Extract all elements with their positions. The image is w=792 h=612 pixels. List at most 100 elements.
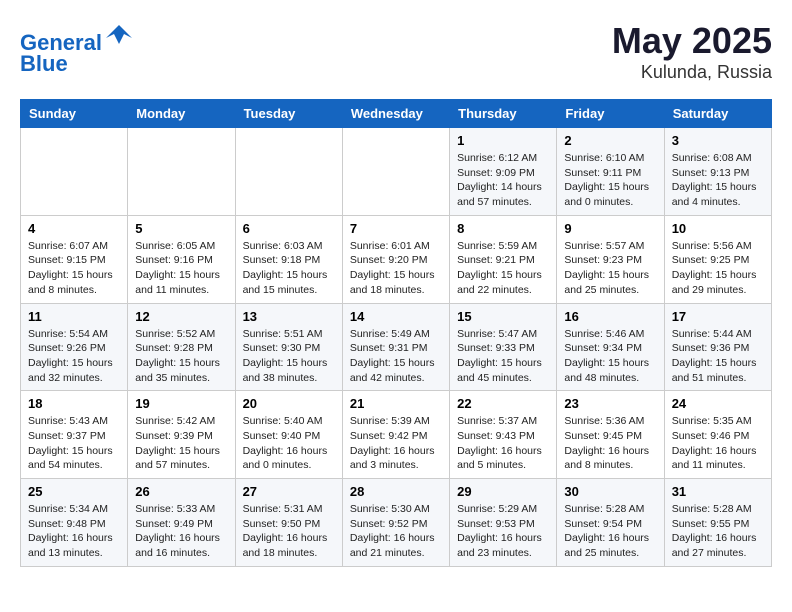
header-day-sunday: Sunday	[21, 100, 128, 128]
day-info: Sunrise: 6:07 AM Sunset: 9:15 PM Dayligh…	[28, 239, 120, 298]
page-subtitle: Kulunda, Russia	[612, 62, 772, 83]
calendar-cell	[235, 128, 342, 216]
calendar-cell: 15Sunrise: 5:47 AM Sunset: 9:33 PM Dayli…	[450, 303, 557, 391]
header-row: SundayMondayTuesdayWednesdayThursdayFrid…	[21, 100, 772, 128]
calendar-cell: 16 Sunrise: 5:46 AM Sunset: 9:34 PM Dayli…	[557, 303, 664, 391]
day-number: 8	[457, 221, 549, 236]
day-number: 20	[243, 396, 335, 411]
header-day-tuesday: Tuesday	[235, 100, 342, 128]
day-info: Sunrise: 5:49 AM Sunset: 9:31 PM Dayligh…	[350, 327, 442, 386]
day-number: 22	[457, 396, 549, 411]
day-info: Sunrise: 5:28 AM Sunset: 9:55 PM Dayligh…	[672, 502, 764, 561]
logo: General Blue	[20, 20, 134, 77]
calendar-cell: 23 Sunrise: 5:36 AM Sunset: 9:45 PM Dayli…	[557, 391, 664, 479]
week-row-5: 25 Sunrise: 5:34 AM Sunset: 9:48 PM Dayli…	[21, 479, 772, 567]
day-number: 27	[243, 484, 335, 499]
day-number: 17	[672, 309, 764, 324]
calendar-cell: 2 Sunrise: 6:10 AM Sunset: 9:11 PM Daylig…	[557, 128, 664, 216]
day-number: 11	[28, 309, 120, 324]
calendar-cell: 4 Sunrise: 6:07 AM Sunset: 9:15 PM Daylig…	[21, 215, 128, 303]
calendar-header: SundayMondayTuesdayWednesdayThursdayFrid…	[21, 100, 772, 128]
calendar-cell	[21, 128, 128, 216]
logo-text: General	[20, 20, 134, 55]
day-info: Sunrise: 5:34 AM Sunset: 9:48 PM Dayligh…	[28, 502, 120, 561]
calendar-cell	[128, 128, 235, 216]
day-info: Sunrise: 5:44 AM Sunset: 9:36 PM Dayligh…	[672, 327, 764, 386]
day-info: Sunrise: 5:29 AM Sunset: 9:53 PM Dayligh…	[457, 502, 549, 561]
calendar-cell: 6 Sunrise: 6:03 AM Sunset: 9:18 PM Daylig…	[235, 215, 342, 303]
calendar-cell: 9 Sunrise: 5:57 AM Sunset: 9:23 PM Daylig…	[557, 215, 664, 303]
calendar-cell: 18 Sunrise: 5:43 AM Sunset: 9:37 PM Dayli…	[21, 391, 128, 479]
day-info: Sunrise: 5:59 AM Sunset: 9:21 PM Dayligh…	[457, 239, 549, 298]
day-info: Sunrise: 5:31 AM Sunset: 9:50 PM Dayligh…	[243, 502, 335, 561]
day-info: Sunrise: 5:28 AM Sunset: 9:54 PM Dayligh…	[564, 502, 656, 561]
day-info: Sunrise: 6:10 AM Sunset: 9:11 PM Dayligh…	[564, 151, 656, 210]
calendar-cell: 28 Sunrise: 5:30 AM Sunset: 9:52 PM Dayli…	[342, 479, 449, 567]
calendar-cell: 17 Sunrise: 5:44 AM Sunset: 9:36 PM Dayli…	[664, 303, 771, 391]
header-day-monday: Monday	[128, 100, 235, 128]
title-block: May 2025 Kulunda, Russia	[612, 20, 772, 83]
calendar-cell: 19 Sunrise: 5:42 AM Sunset: 9:39 PM Dayli…	[128, 391, 235, 479]
day-info: Sunrise: 6:03 AM Sunset: 9:18 PM Dayligh…	[243, 239, 335, 298]
day-number: 15	[457, 309, 549, 324]
day-info: Sunrise: 5:30 AM Sunset: 9:52 PM Dayligh…	[350, 502, 442, 561]
day-number: 9	[564, 221, 656, 236]
calendar-cell: 1 Sunrise: 6:12 AM Sunset: 9:09 PM Daylig…	[450, 128, 557, 216]
calendar-cell: 7Sunrise: 6:01 AM Sunset: 9:20 PM Daylig…	[342, 215, 449, 303]
calendar-cell: 25 Sunrise: 5:34 AM Sunset: 9:48 PM Dayli…	[21, 479, 128, 567]
calendar-cell: 13 Sunrise: 5:51 AM Sunset: 9:30 PM Dayli…	[235, 303, 342, 391]
day-number: 13	[243, 309, 335, 324]
day-number: 19	[135, 396, 227, 411]
day-info: Sunrise: 5:52 AM Sunset: 9:28 PM Dayligh…	[135, 327, 227, 386]
week-row-1: 1 Sunrise: 6:12 AM Sunset: 9:09 PM Daylig…	[21, 128, 772, 216]
day-number: 24	[672, 396, 764, 411]
calendar-cell	[342, 128, 449, 216]
day-number: 10	[672, 221, 764, 236]
day-number: 1	[457, 133, 549, 148]
day-number: 26	[135, 484, 227, 499]
day-info: Sunrise: 5:35 AM Sunset: 9:46 PM Dayligh…	[672, 414, 764, 473]
header-day-friday: Friday	[557, 100, 664, 128]
day-info: Sunrise: 5:33 AM Sunset: 9:49 PM Dayligh…	[135, 502, 227, 561]
day-info: Sunrise: 5:42 AM Sunset: 9:39 PM Dayligh…	[135, 414, 227, 473]
day-number: 7	[350, 221, 442, 236]
day-number: 12	[135, 309, 227, 324]
day-number: 2	[564, 133, 656, 148]
day-info: Sunrise: 6:12 AM Sunset: 9:09 PM Dayligh…	[457, 151, 549, 210]
day-info: Sunrise: 5:36 AM Sunset: 9:45 PM Dayligh…	[564, 414, 656, 473]
calendar-cell: 29Sunrise: 5:29 AM Sunset: 9:53 PM Dayli…	[450, 479, 557, 567]
day-number: 5	[135, 221, 227, 236]
day-number: 6	[243, 221, 335, 236]
day-number: 28	[350, 484, 442, 499]
calendar-table: SundayMondayTuesdayWednesdayThursdayFrid…	[20, 99, 772, 567]
calendar-cell: 24 Sunrise: 5:35 AM Sunset: 9:46 PM Dayli…	[664, 391, 771, 479]
day-number: 21	[350, 396, 442, 411]
day-info: Sunrise: 5:51 AM Sunset: 9:30 PM Dayligh…	[243, 327, 335, 386]
calendar-cell: 31Sunrise: 5:28 AM Sunset: 9:55 PM Dayli…	[664, 479, 771, 567]
day-number: 16	[564, 309, 656, 324]
calendar-cell: 14Sunrise: 5:49 AM Sunset: 9:31 PM Dayli…	[342, 303, 449, 391]
calendar-cell: 30Sunrise: 5:28 AM Sunset: 9:54 PM Dayli…	[557, 479, 664, 567]
day-number: 25	[28, 484, 120, 499]
logo-bird-icon	[104, 20, 134, 50]
calendar-cell: 10 Sunrise: 5:56 AM Sunset: 9:25 PM Dayli…	[664, 215, 771, 303]
day-number: 4	[28, 221, 120, 236]
calendar-cell: 12 Sunrise: 5:52 AM Sunset: 9:28 PM Dayli…	[128, 303, 235, 391]
day-info: Sunrise: 5:54 AM Sunset: 9:26 PM Dayligh…	[28, 327, 120, 386]
calendar-cell: 26 Sunrise: 5:33 AM Sunset: 9:49 PM Dayli…	[128, 479, 235, 567]
header-day-wednesday: Wednesday	[342, 100, 449, 128]
day-info: Sunrise: 6:05 AM Sunset: 9:16 PM Dayligh…	[135, 239, 227, 298]
day-info: Sunrise: 5:56 AM Sunset: 9:25 PM Dayligh…	[672, 239, 764, 298]
day-number: 23	[564, 396, 656, 411]
day-number: 18	[28, 396, 120, 411]
day-info: Sunrise: 5:43 AM Sunset: 9:37 PM Dayligh…	[28, 414, 120, 473]
week-row-4: 18 Sunrise: 5:43 AM Sunset: 9:37 PM Dayli…	[21, 391, 772, 479]
calendar-cell: 3Sunrise: 6:08 AM Sunset: 9:13 PM Daylig…	[664, 128, 771, 216]
day-info: Sunrise: 5:57 AM Sunset: 9:23 PM Dayligh…	[564, 239, 656, 298]
day-info: Sunrise: 5:46 AM Sunset: 9:34 PM Dayligh…	[564, 327, 656, 386]
page-header: General Blue May 2025 Kulunda, Russia	[20, 20, 772, 83]
calendar-cell: 21Sunrise: 5:39 AM Sunset: 9:42 PM Dayli…	[342, 391, 449, 479]
calendar-cell: 11 Sunrise: 5:54 AM Sunset: 9:26 PM Dayli…	[21, 303, 128, 391]
day-info: Sunrise: 5:37 AM Sunset: 9:43 PM Dayligh…	[457, 414, 549, 473]
page-title: May 2025	[612, 20, 772, 62]
